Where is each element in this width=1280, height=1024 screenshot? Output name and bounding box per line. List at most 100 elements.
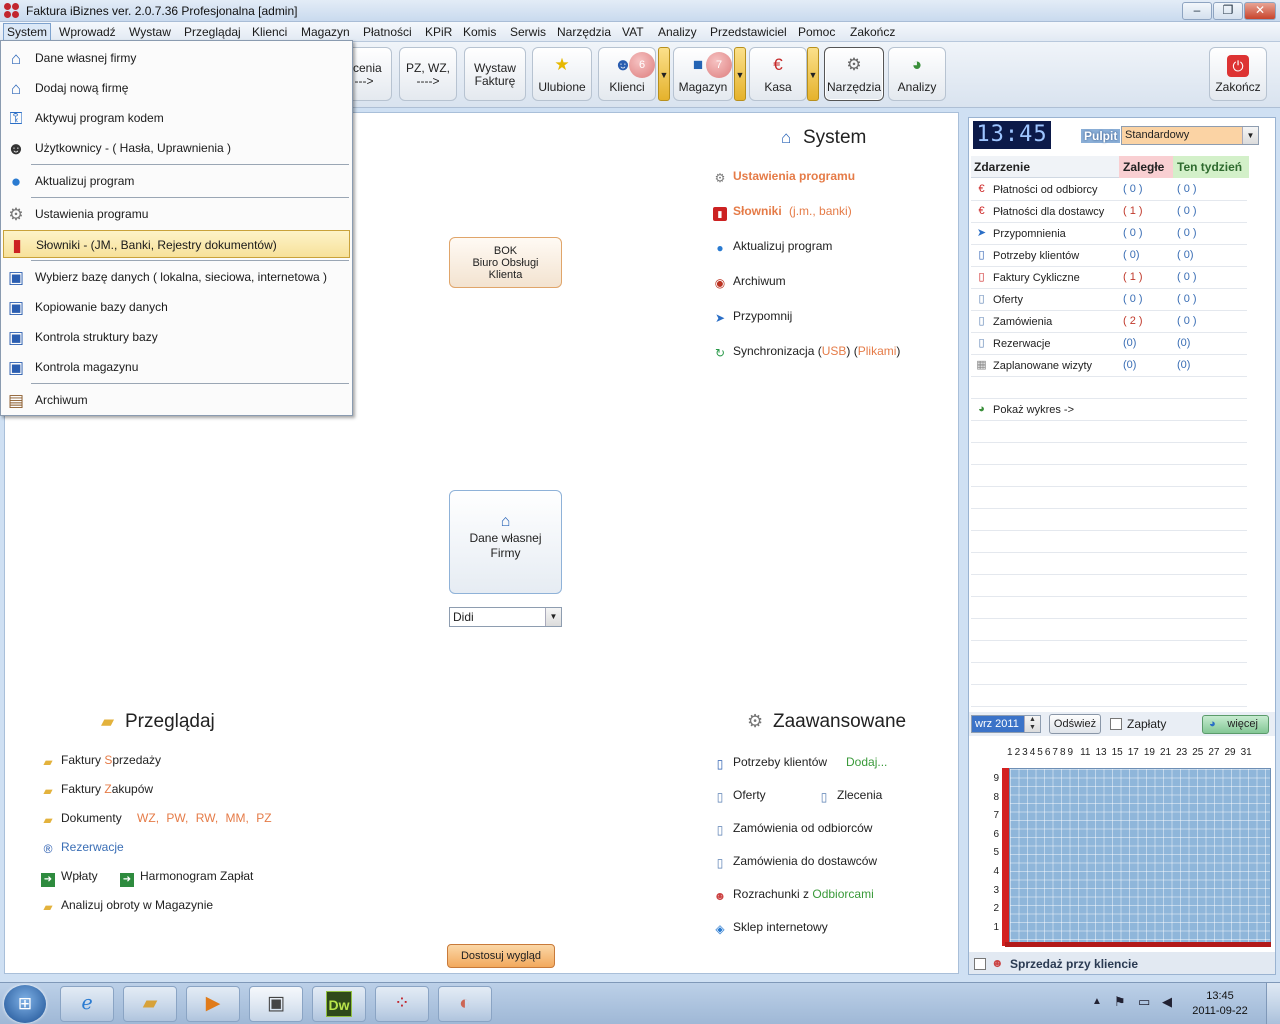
- kasa-button[interactable]: € Kasa: [749, 47, 807, 101]
- menu-archiwum[interactable]: ▤ Archiwum: [3, 386, 350, 414]
- close-button[interactable]: ✕: [1244, 2, 1276, 20]
- menu-platnosci[interactable]: Płatności: [363, 25, 412, 39]
- event-row[interactable]: ▯ Potrzeby klientów( 0)( 0): [971, 245, 1247, 267]
- wiecej-button[interactable]: ◕ więcej: [1202, 715, 1269, 734]
- ibiznes-icon[interactable]: ⁘: [375, 986, 429, 1022]
- ie-icon[interactable]: ℯ: [60, 986, 114, 1022]
- sklep-internetowy-link[interactable]: ◈ Sklep internetowy: [713, 920, 827, 936]
- zamowienia-do-dostawcow-link[interactable]: ▯ Zamówienia do dostawców: [713, 854, 877, 870]
- menu-kontrola-magazynu[interactable]: ▣ Kontrola magazynu: [3, 353, 350, 381]
- synchronizacja-link[interactable]: ↻ Synchronizacja (USB) (Plikami): [713, 344, 900, 360]
- dodaj-link[interactable]: Dodaj...: [846, 755, 887, 769]
- month-spinner[interactable]: wrz 2011 ▲ ▼: [971, 715, 1041, 733]
- network-icon[interactable]: ▣: [249, 986, 303, 1022]
- menu-aktualizuj[interactable]: ● Aktualizuj program: [3, 167, 350, 195]
- zaplaty-checkbox[interactable]: [1110, 718, 1122, 730]
- show-desktop-button[interactable]: [1266, 983, 1280, 1024]
- menu-wystaw[interactable]: Wystaw: [129, 25, 171, 39]
- menu-kopiowanie-bazy[interactable]: ▣ Kopiowanie bazy danych: [3, 293, 350, 321]
- pz-wz-button[interactable]: PZ, WZ, ---->: [399, 47, 457, 101]
- dok-pz-link[interactable]: PZ: [256, 811, 271, 825]
- firma-select[interactable]: Didi ▼: [449, 607, 562, 627]
- event-row[interactable]: ▯ Zamówienia( 2 )( 0 ): [971, 311, 1247, 333]
- dane-firmy-card[interactable]: ⌂ Dane własnej Firmy: [449, 490, 562, 594]
- menu-dodaj-firme[interactable]: ⌂ Dodaj nową firmę: [3, 74, 350, 102]
- klienci-dropdown-arrow[interactable]: ▼: [658, 47, 670, 101]
- analizy-button[interactable]: ◕ Analizy: [888, 47, 946, 101]
- menu-komis[interactable]: Komis: [463, 25, 496, 39]
- event-row[interactable]: ▦ Zaplanowane wizyty (0) (0): [971, 355, 1247, 377]
- archiwum-link[interactable]: ◉ Archiwum: [713, 274, 786, 290]
- menu-system[interactable]: System: [3, 23, 52, 41]
- klienci-button[interactable]: ☻ 6 Klienci: [598, 47, 656, 101]
- event-row[interactable]: ▯ Faktury Cykliczne( 1 )( 0 ): [971, 267, 1247, 289]
- dok-mm-link[interactable]: MM,: [226, 811, 249, 825]
- minimize-button[interactable]: ‒: [1182, 2, 1212, 20]
- tray-chevron-icon[interactable]: ▲: [1092, 996, 1102, 1007]
- dokumenty-link[interactable]: ▰ Dokumenty WZ, PW, RW, MM, PZ: [41, 811, 271, 827]
- przypomnij-link[interactable]: ➤ Przypomnij: [713, 309, 792, 325]
- menu-serwis[interactable]: Serwis: [510, 25, 546, 39]
- pulpit-select[interactable]: Standardowy ▼: [1121, 126, 1259, 145]
- menu-vat[interactable]: VAT: [622, 25, 644, 39]
- restore-button[interactable]: ❐: [1213, 2, 1243, 20]
- volume-icon[interactable]: ◀: [1162, 994, 1172, 1010]
- oferty-link[interactable]: ▯ Oferty: [713, 788, 766, 804]
- wystaw-fakture-button[interactable]: Wystaw Fakturę: [464, 47, 526, 101]
- odswiez-button[interactable]: Odśwież: [1049, 714, 1101, 734]
- pokaz-wykres-row[interactable]: ◕ Pokaż wykres ->: [971, 399, 1247, 421]
- zlecenia-link[interactable]: ▯ Zlecenia: [817, 788, 883, 804]
- menu-klienci[interactable]: Klienci: [252, 25, 287, 39]
- dreamweaver-icon[interactable]: Dw: [312, 986, 366, 1022]
- menu-dane-wlasnej-firmy[interactable]: ⌂ Dane własnej firmy: [3, 44, 350, 72]
- event-row[interactable]: ▯ Rezerwacje (0) (0): [971, 333, 1247, 355]
- rezerwacje-link[interactable]: ® Rezerwacje: [41, 840, 124, 856]
- network-tray-icon[interactable]: ▭: [1138, 994, 1150, 1010]
- dok-pw-link[interactable]: PW,: [166, 811, 188, 825]
- menu-kpir[interactable]: KPiR: [425, 25, 452, 39]
- menu-kontrola-struktury[interactable]: ▣ Kontrola struktury bazy: [3, 323, 350, 351]
- sprzedaz-checkbox[interactable]: [974, 958, 986, 970]
- dostosuj-wyglad-button[interactable]: Dostosuj wygląd: [447, 944, 555, 968]
- menu-pomoc[interactable]: Pomoc: [798, 25, 835, 39]
- dok-rw-link[interactable]: RW,: [196, 811, 218, 825]
- analizuj-obroty-link[interactable]: ▰ Analizuj obroty w Magazynie: [41, 898, 213, 914]
- paint-icon[interactable]: ◐: [438, 986, 492, 1022]
- menu-aktywuj-kodem[interactable]: ⚿ Aktywuj program kodem: [3, 104, 350, 132]
- slowniki-link[interactable]: ▮ Słowniki (j.m., banki): [713, 204, 852, 221]
- narzedzia-button[interactable]: ⚙ Narzędzia: [824, 47, 884, 101]
- menu-przedstawiciel[interactable]: Przedstawiciel: [710, 25, 787, 39]
- ustawienia-link[interactable]: ⚙ Ustawienia programu: [713, 169, 855, 185]
- event-row[interactable]: € Płatności dla dostawcy( 1 )( 0 ): [971, 201, 1247, 223]
- aktualizuj-link[interactable]: ● Aktualizuj program: [713, 239, 832, 255]
- explorer-icon[interactable]: ▰: [123, 986, 177, 1022]
- flag-icon[interactable]: ⚑: [1114, 994, 1126, 1010]
- potrzeby-klientow-link[interactable]: ▯ Potrzeby klientów: [713, 755, 827, 771]
- menu-narzedzia[interactable]: Narzędzia: [557, 25, 611, 39]
- rozrachunki-link[interactable]: ☻ Rozrachunki z Odbiorcami: [713, 887, 874, 903]
- event-row[interactable]: ➤ Przypomnienia( 0 )( 0 ): [971, 223, 1247, 245]
- menu-wybierz-baze[interactable]: ▣ Wybierz bazę danych ( lokalna, sieciowa…: [3, 263, 350, 291]
- wplaty-link[interactable]: ➜ Wpłaty: [41, 869, 98, 887]
- menu-analizy[interactable]: Analizy: [658, 25, 697, 39]
- menu-wprowadz[interactable]: Wprowadź: [59, 25, 116, 39]
- menu-zakoncz[interactable]: Zakończ: [850, 25, 895, 39]
- bok-card[interactable]: BOK Biuro Obsługi Klienta: [449, 237, 562, 288]
- harmonogram-link[interactable]: ➜ Harmonogram Zapłat: [120, 869, 253, 887]
- kasa-dropdown-arrow[interactable]: ▼: [807, 47, 819, 101]
- event-row[interactable]: ▯ Oferty( 0 )( 0 ): [971, 289, 1247, 311]
- zamowienia-od-odbiorcow-link[interactable]: ▯ Zamówienia od odbiorców: [713, 821, 873, 837]
- event-row[interactable]: € Płatności od odbiorcy( 0 )( 0 ): [971, 179, 1247, 201]
- magazyn-dropdown-arrow[interactable]: ▼: [734, 47, 746, 101]
- ulubione-button[interactable]: ★ Ulubione: [532, 47, 592, 101]
- menu-ustawienia[interactable]: ⚙ Ustawienia programu: [3, 200, 350, 228]
- faktury-sprzedazy-link[interactable]: ▰ Faktury Sprzedaży: [41, 753, 161, 769]
- menu-magazyn[interactable]: Magazyn: [301, 25, 350, 39]
- zakoncz-button[interactable]: ⏻ Zakończ: [1209, 47, 1267, 101]
- menu-przegladaj[interactable]: Przeglądaj: [184, 25, 241, 39]
- media-icon[interactable]: ▶: [186, 986, 240, 1022]
- menu-slowniki[interactable]: ▮ Słowniki - (JM., Banki, Rejestry dokume…: [3, 230, 350, 258]
- faktury-zakupow-link[interactable]: ▰ Faktury Zakupów: [41, 782, 153, 798]
- start-button[interactable]: ⊞: [4, 985, 46, 1023]
- dok-wz-link[interactable]: WZ,: [137, 811, 159, 825]
